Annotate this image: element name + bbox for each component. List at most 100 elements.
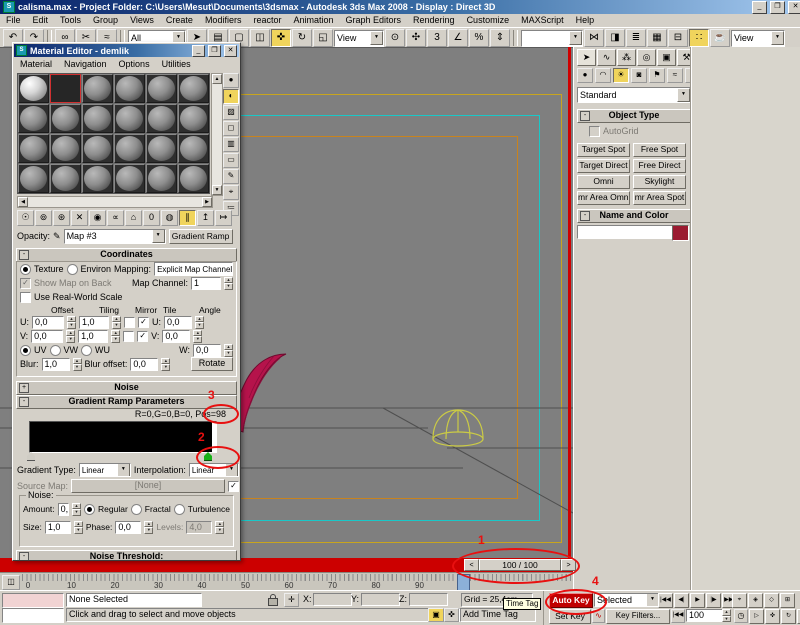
sample-hscrollbar[interactable]: ◀ ▶ <box>17 196 213 208</box>
light-type-dropdown[interactable]: Standard▼ <box>577 87 691 103</box>
use-pivot-center-icon[interactable]: ⊙ <box>385 29 405 47</box>
auto-key-button[interactable]: Auto Key <box>549 593 593 608</box>
menu-file[interactable]: File <box>0 14 27 27</box>
time-slider-handle[interactable]: < 100 / 100 > <box>464 559 576 571</box>
render-setup-icon[interactable]: ☕ <box>710 29 730 47</box>
sample-slot[interactable] <box>146 104 177 133</box>
noise-phase-field[interactable]: 0,0 <box>115 521 141 534</box>
scroll-left-icon[interactable]: ◀ <box>18 197 28 207</box>
current-frame-marker[interactable] <box>457 574 470 591</box>
show-map-on-back-checkbox[interactable] <box>20 278 31 289</box>
noise-amount-spinner[interactable]: ▲▼ <box>72 503 81 516</box>
object-type-omni[interactable]: Omni <box>577 175 630 189</box>
get-material-icon[interactable]: ☉ <box>17 210 34 226</box>
zoom-all-icon[interactable]: ◈ <box>748 593 763 608</box>
sample-slot[interactable] <box>146 164 177 193</box>
me-close-button[interactable]: ✕ <box>224 45 237 57</box>
assign-material-to-selection-icon[interactable]: ⊛ <box>53 210 70 226</box>
make-material-copy-icon[interactable]: ◉ <box>89 210 106 226</box>
close-button[interactable]: ✕ <box>788 1 800 14</box>
background-icon[interactable]: ▨ <box>223 105 239 120</box>
u-tile-checkbox[interactable] <box>138 317 149 328</box>
category-lights[interactable]: ☀ <box>613 68 629 83</box>
map-channel-field[interactable]: 1 <box>191 277 221 290</box>
u-angle-field[interactable]: 0,0 <box>164 316 192 329</box>
u-offset-field[interactable]: 0,0 <box>32 316 64 329</box>
select-and-scale-icon[interactable]: ◱ <box>313 29 333 47</box>
noise-size-spinner[interactable]: ▲▼ <box>74 521 83 534</box>
make-unique-icon[interactable]: ∝ <box>107 210 124 226</box>
menu-reactor[interactable]: reactor <box>247 14 287 27</box>
source-map-button[interactable]: [None] <box>71 479 225 493</box>
use-real-world-scale-checkbox[interactable] <box>20 292 31 303</box>
field-of-view-icon[interactable]: ▷ <box>749 609 764 624</box>
previous-frame-button[interactable]: ◀| <box>674 593 689 608</box>
sample-slot[interactable] <box>82 134 113 163</box>
vw-radio[interactable] <box>50 345 61 356</box>
menu-help[interactable]: Help <box>570 14 601 27</box>
wu-radio[interactable] <box>81 345 92 356</box>
source-map-checkbox[interactable] <box>228 481 239 492</box>
sample-slot[interactable] <box>18 134 49 163</box>
sample-slot[interactable] <box>82 74 113 103</box>
region-zoom-icon[interactable]: ⊞ <box>780 593 795 608</box>
menu-edit[interactable]: Edit <box>27 14 55 27</box>
category-helpers[interactable]: ⚑ <box>649 68 665 83</box>
track-bar[interactable]: ◫ 0102030405060708090100 <box>0 572 573 591</box>
rotate-button[interactable]: Rotate <box>191 357 233 371</box>
sample-slot[interactable] <box>178 134 209 163</box>
sample-vscrollbar[interactable]: ▲ ▼ <box>211 73 223 196</box>
sample-slot[interactable] <box>146 134 177 163</box>
v-angle-spinner[interactable]: ▲▼ <box>193 330 202 343</box>
autogrid-checkbox[interactable] <box>589 126 600 137</box>
object-type-free-direct[interactable]: Free Direct <box>633 159 686 173</box>
pan-view-icon[interactable]: ✜ <box>765 609 780 624</box>
sample-ui-tiling-icon[interactable]: ◻ <box>223 121 239 136</box>
category-space-warps[interactable]: ≈ <box>667 68 683 83</box>
menu-rendering[interactable]: Rendering <box>407 14 461 27</box>
w-angle-field[interactable]: 0,0 <box>193 344 221 357</box>
set-key-curve-icon[interactable]: ∿ <box>592 609 605 623</box>
u-angle-spinner[interactable]: ▲▼ <box>195 316 204 329</box>
mirror-icon[interactable]: ⋈ <box>584 29 604 47</box>
sample-slot[interactable] <box>114 104 145 133</box>
gradient-type-dropdown[interactable]: Linear▼ <box>79 463 131 477</box>
x-field[interactable] <box>313 593 352 606</box>
eyedropper-icon[interactable]: ✎ <box>53 231 61 242</box>
fractal-radio[interactable] <box>131 504 142 515</box>
ramp-flag-start[interactable] <box>27 452 35 461</box>
menu-graph-editors[interactable]: Graph Editors <box>340 14 408 27</box>
key-mode-toggle-icon[interactable]: |◀◀ <box>671 609 685 623</box>
dropdown-arrow-icon[interactable]: ▼ <box>232 262 233 276</box>
v-tiling-field[interactable]: 1,0 <box>78 330 108 343</box>
category-shapes[interactable]: ◠ <box>595 68 611 83</box>
go-forward-to-sibling-icon[interactable]: ↦ <box>215 210 232 226</box>
sample-slot[interactable] <box>50 74 81 103</box>
menu-maxscript[interactable]: MAXScript <box>515 14 570 27</box>
object-color-swatch[interactable] <box>672 225 689 241</box>
transform-gizmo-toggle-icon[interactable]: ▣ <box>428 608 444 622</box>
sample-slot[interactable] <box>18 74 49 103</box>
map-name-dropdown[interactable]: Map #3▼ <box>64 229 166 244</box>
selection-lock-icon[interactable] <box>268 594 278 605</box>
v-angle-field[interactable]: 0,0 <box>162 330 190 343</box>
absolute-offset-mode-icon[interactable]: ✛ <box>284 593 299 607</box>
scroll-down-icon[interactable]: ▼ <box>212 185 222 195</box>
angle-snap-icon[interactable]: ∠ <box>448 29 468 47</box>
blur-field[interactable]: 1,0 <box>42 358 70 371</box>
sample-type-icon[interactable]: ● <box>223 73 239 88</box>
dropdown-arrow-icon[interactable]: ▼ <box>152 229 165 243</box>
sample-slot[interactable] <box>178 104 209 133</box>
go-to-start-button[interactable]: |◀◀ <box>658 593 673 608</box>
put-material-to-scene-icon[interactable]: ⊚ <box>35 210 52 226</box>
w-angle-spinner[interactable]: ▲▼ <box>224 344 233 357</box>
align-icon[interactable]: ◨ <box>605 29 625 47</box>
maxscript-mini-listener-white[interactable] <box>2 608 64 623</box>
u-mirror-checkbox[interactable] <box>124 317 135 328</box>
v-tile-checkbox[interactable] <box>137 331 148 342</box>
menu-group[interactable]: Group <box>87 14 124 27</box>
layer-manager-icon[interactable]: ≣ <box>626 29 646 47</box>
make-preview-icon[interactable]: ▭ <box>223 153 239 168</box>
set-key-button[interactable]: Set Key <box>549 609 591 624</box>
material-editor-titlebar[interactable]: S Material Editor - demlik _ ❐ ✕ <box>14 44 239 57</box>
